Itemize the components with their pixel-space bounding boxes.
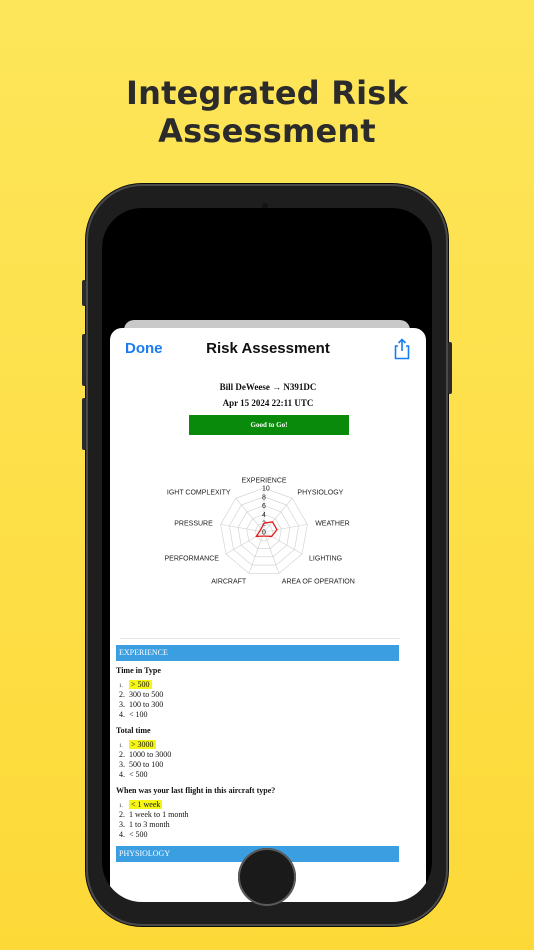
- question-title: Total time: [116, 726, 151, 735]
- option-number: 3.: [119, 820, 125, 829]
- selected-option-label: > 3000: [129, 740, 156, 749]
- radar-axis-line: [263, 531, 280, 574]
- radar-axis-label: AREA OF OPERATION: [282, 578, 355, 585]
- option-number: 4.: [119, 710, 125, 719]
- option-number: 2.: [119, 690, 125, 699]
- headline: Integrated Risk Assessment: [0, 74, 534, 150]
- headline-line-2: Assessment: [158, 112, 376, 150]
- radar-axis-line: [220, 524, 265, 533]
- radar-axis-label: PRESSURE: [174, 520, 213, 527]
- answer-option[interactable]: 3. 1 to 3 month: [119, 820, 170, 830]
- answer-option[interactable]: 4. < 500: [119, 830, 148, 840]
- option-label: < 100: [129, 710, 148, 719]
- headline-line-1: Integrated Risk: [126, 74, 408, 112]
- share-icon[interactable]: [393, 338, 411, 360]
- option-label: 1 week to 1 month: [129, 810, 189, 819]
- radar-axis-label: EXPERIENCE: [241, 478, 286, 485]
- selected-option-label: > 500: [129, 680, 152, 689]
- answer-option[interactable]: 3. 500 to 100: [119, 760, 163, 770]
- selected-option-label: < 1 week: [129, 800, 163, 809]
- answer-option[interactable]: 4. < 500: [119, 770, 148, 780]
- option-label: < 500: [129, 770, 148, 779]
- volume-down-button: [82, 398, 86, 450]
- answer-option[interactable]: 2. 300 to 500: [119, 690, 163, 700]
- radar-axis-line: [263, 524, 308, 533]
- radar-axis-line: [248, 531, 265, 574]
- option-number: 3.: [119, 760, 125, 769]
- home-button[interactable]: [238, 848, 296, 906]
- option-label: 100 to 300: [129, 700, 164, 709]
- question-title: When was your last flight in this aircra…: [116, 786, 276, 795]
- nav-title: Risk Assessment: [206, 340, 330, 357]
- option-label: 1000 to 3000: [129, 750, 172, 759]
- mute-switch: [82, 280, 86, 306]
- status-badge: Good to Go!: [189, 415, 349, 435]
- option-number: 4.: [119, 830, 125, 839]
- pilot-aircraft-line: Bill DeWeese → N391DC: [219, 382, 317, 392]
- answer-option[interactable]: 4. < 100: [119, 710, 148, 720]
- radar-tick-label: 10: [262, 486, 270, 493]
- option-label: 500 to 100: [129, 760, 164, 769]
- answer-option[interactable]: 3. 100 to 300: [119, 700, 163, 710]
- radar-axis-label: PHYSIOLOGY: [297, 490, 343, 497]
- risk-assessment-sheet: Done Risk Assessment Bill DeWeese → N391…: [110, 328, 426, 902]
- radar-tick-label: 4: [262, 512, 266, 519]
- navigation-bar: Done Risk Assessment: [110, 328, 426, 372]
- radar-axis-line: [263, 498, 293, 533]
- report-date: Apr 15 2024 22:11 UTC: [222, 398, 314, 408]
- answer-option[interactable]: 2. 1 week to 1 month: [119, 810, 189, 820]
- radar-axis-label: PERFORMANCE: [165, 556, 220, 563]
- radar-tick-label: 8: [262, 494, 266, 501]
- phone-frame: Done Risk Assessment Bill DeWeese → N391…: [82, 184, 452, 926]
- answer-option[interactable]: 2. 1000 to 3000: [119, 750, 171, 760]
- divider: [120, 638, 400, 639]
- phone-screen: Done Risk Assessment Bill DeWeese → N391…: [102, 208, 432, 902]
- volume-up-button: [82, 334, 86, 386]
- radar-axis-label: IGHT COMPLEXITY: [167, 490, 231, 497]
- radar-axis-line: [225, 531, 265, 555]
- radar-axis-line: [235, 498, 265, 533]
- option-label: < 500: [129, 830, 148, 839]
- option-number: 2.: [119, 750, 125, 759]
- risk-radar-chart: 1086420EXPERIENCEPHYSIOLOGYWEATHERLIGHTI…: [165, 478, 355, 586]
- radar-tick-label: 6: [262, 503, 266, 510]
- section-header-experience: EXPERIENCE: [116, 645, 399, 661]
- option-number: 4.: [119, 770, 125, 779]
- power-button: [448, 342, 452, 394]
- option-number: 2.: [119, 810, 125, 819]
- radar-axis-line: [263, 531, 303, 555]
- radar-axis-label: AIRCRAFT: [211, 578, 247, 585]
- option-label: 300 to 500: [129, 690, 164, 699]
- radar-axis-label: WEATHER: [315, 520, 349, 527]
- radar-tick-label: 0: [262, 530, 266, 537]
- option-number: 3.: [119, 700, 125, 709]
- radar-axis-label: LIGHTING: [309, 556, 342, 563]
- question-title: Time in Type: [116, 666, 161, 675]
- option-label: 1 to 3 month: [129, 820, 170, 829]
